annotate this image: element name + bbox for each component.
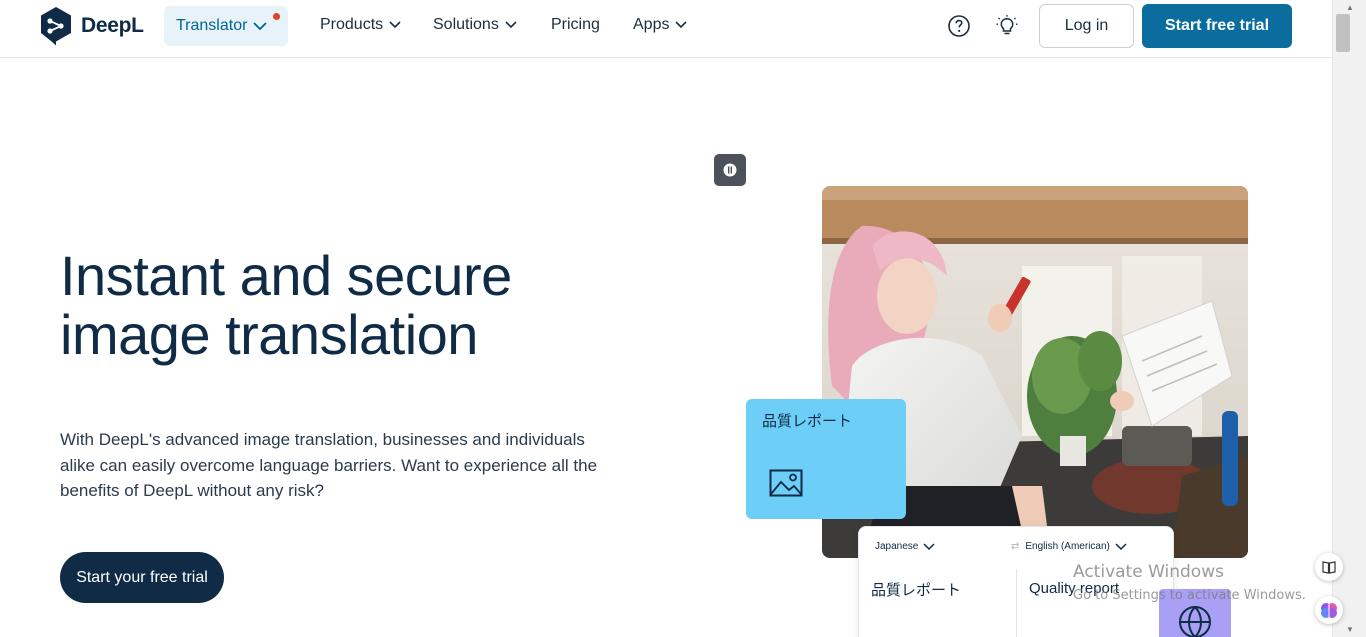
pause-animation-button[interactable] [714, 154, 746, 186]
nav-solutions[interactable]: Solutions [433, 16, 517, 34]
login-button[interactable]: Log in [1039, 4, 1134, 48]
swap-languages-icon[interactable]: ⇄ [1011, 541, 1019, 552]
chevron-down-icon [1115, 542, 1127, 550]
start-free-trial-button[interactable]: Start free trial [1142, 4, 1292, 48]
nav-pricing[interactable]: Pricing [551, 16, 600, 34]
chevron-down-icon [505, 21, 517, 29]
nav-apps[interactable]: Apps [633, 16, 688, 34]
nav-products[interactable]: Products [320, 16, 401, 34]
pause-icon [723, 163, 737, 177]
notification-dot [273, 13, 280, 20]
scroll-up-arrow-icon[interactable]: ▲ [1346, 3, 1354, 12]
scroll-down-arrow-icon[interactable]: ▼ [1346, 625, 1354, 634]
windows-activation-watermark: Activate Windows Go to Settings to activ… [1073, 562, 1306, 603]
globe-icon [1179, 606, 1211, 637]
nav-products-label: Products [320, 16, 384, 33]
hero-title-line-2: image translation [60, 303, 478, 366]
source-image-card: 品質レポート [746, 399, 906, 519]
hero-title-line-1: Instant and secure [60, 244, 512, 307]
start-your-free-trial-button[interactable]: Start your free trial [60, 552, 224, 603]
page-scrollbar[interactable]: ▲ ▼ [1332, 0, 1366, 637]
source-card-text: 品質レポート [762, 412, 853, 430]
target-language-select[interactable]: ⇄ English (American) [1011, 541, 1127, 552]
reader-extension-button[interactable] [1315, 553, 1343, 581]
source-text: 品質レポート [871, 581, 962, 599]
translator-label: Translator [176, 17, 248, 34]
translator-dropdown[interactable]: Translator [164, 6, 288, 46]
chevron-down-icon [389, 21, 401, 29]
deepl-logo-icon [41, 7, 71, 46]
nav-pricing-label: Pricing [551, 16, 600, 33]
help-icon[interactable] [947, 14, 971, 38]
brain-icon [1321, 603, 1337, 618]
scrollbar-thumb[interactable] [1336, 14, 1350, 52]
brand-name: DeepL [81, 14, 144, 37]
lightbulb-icon[interactable] [995, 14, 1019, 38]
nav-apps-label: Apps [633, 16, 670, 33]
nav-solutions-label: Solutions [433, 16, 499, 33]
top-navbar: DeepL Translator Products Solutions Pric… [0, 0, 1332, 58]
activate-windows-title: Activate Windows [1073, 562, 1224, 582]
hero-description: With DeepL's advanced image translation,… [60, 430, 598, 500]
book-icon [1322, 561, 1336, 574]
chevron-down-icon [675, 21, 688, 29]
source-language-select[interactable]: Japanese [875, 541, 935, 552]
source-language-label: Japanese [875, 541, 919, 552]
activate-windows-subtitle: Go to Settings to activate Windows. [1073, 588, 1306, 603]
target-language-label: English (American) [1025, 541, 1110, 552]
image-icon [769, 469, 803, 497]
ai-assistant-button[interactable] [1315, 596, 1343, 624]
chevron-down-icon [253, 21, 268, 30]
deepl-logo[interactable]: DeepL [39, 6, 144, 46]
chevron-down-icon [923, 542, 935, 550]
panel-divider [1016, 569, 1017, 637]
hero-title: Instant and secure image translation [60, 246, 512, 364]
